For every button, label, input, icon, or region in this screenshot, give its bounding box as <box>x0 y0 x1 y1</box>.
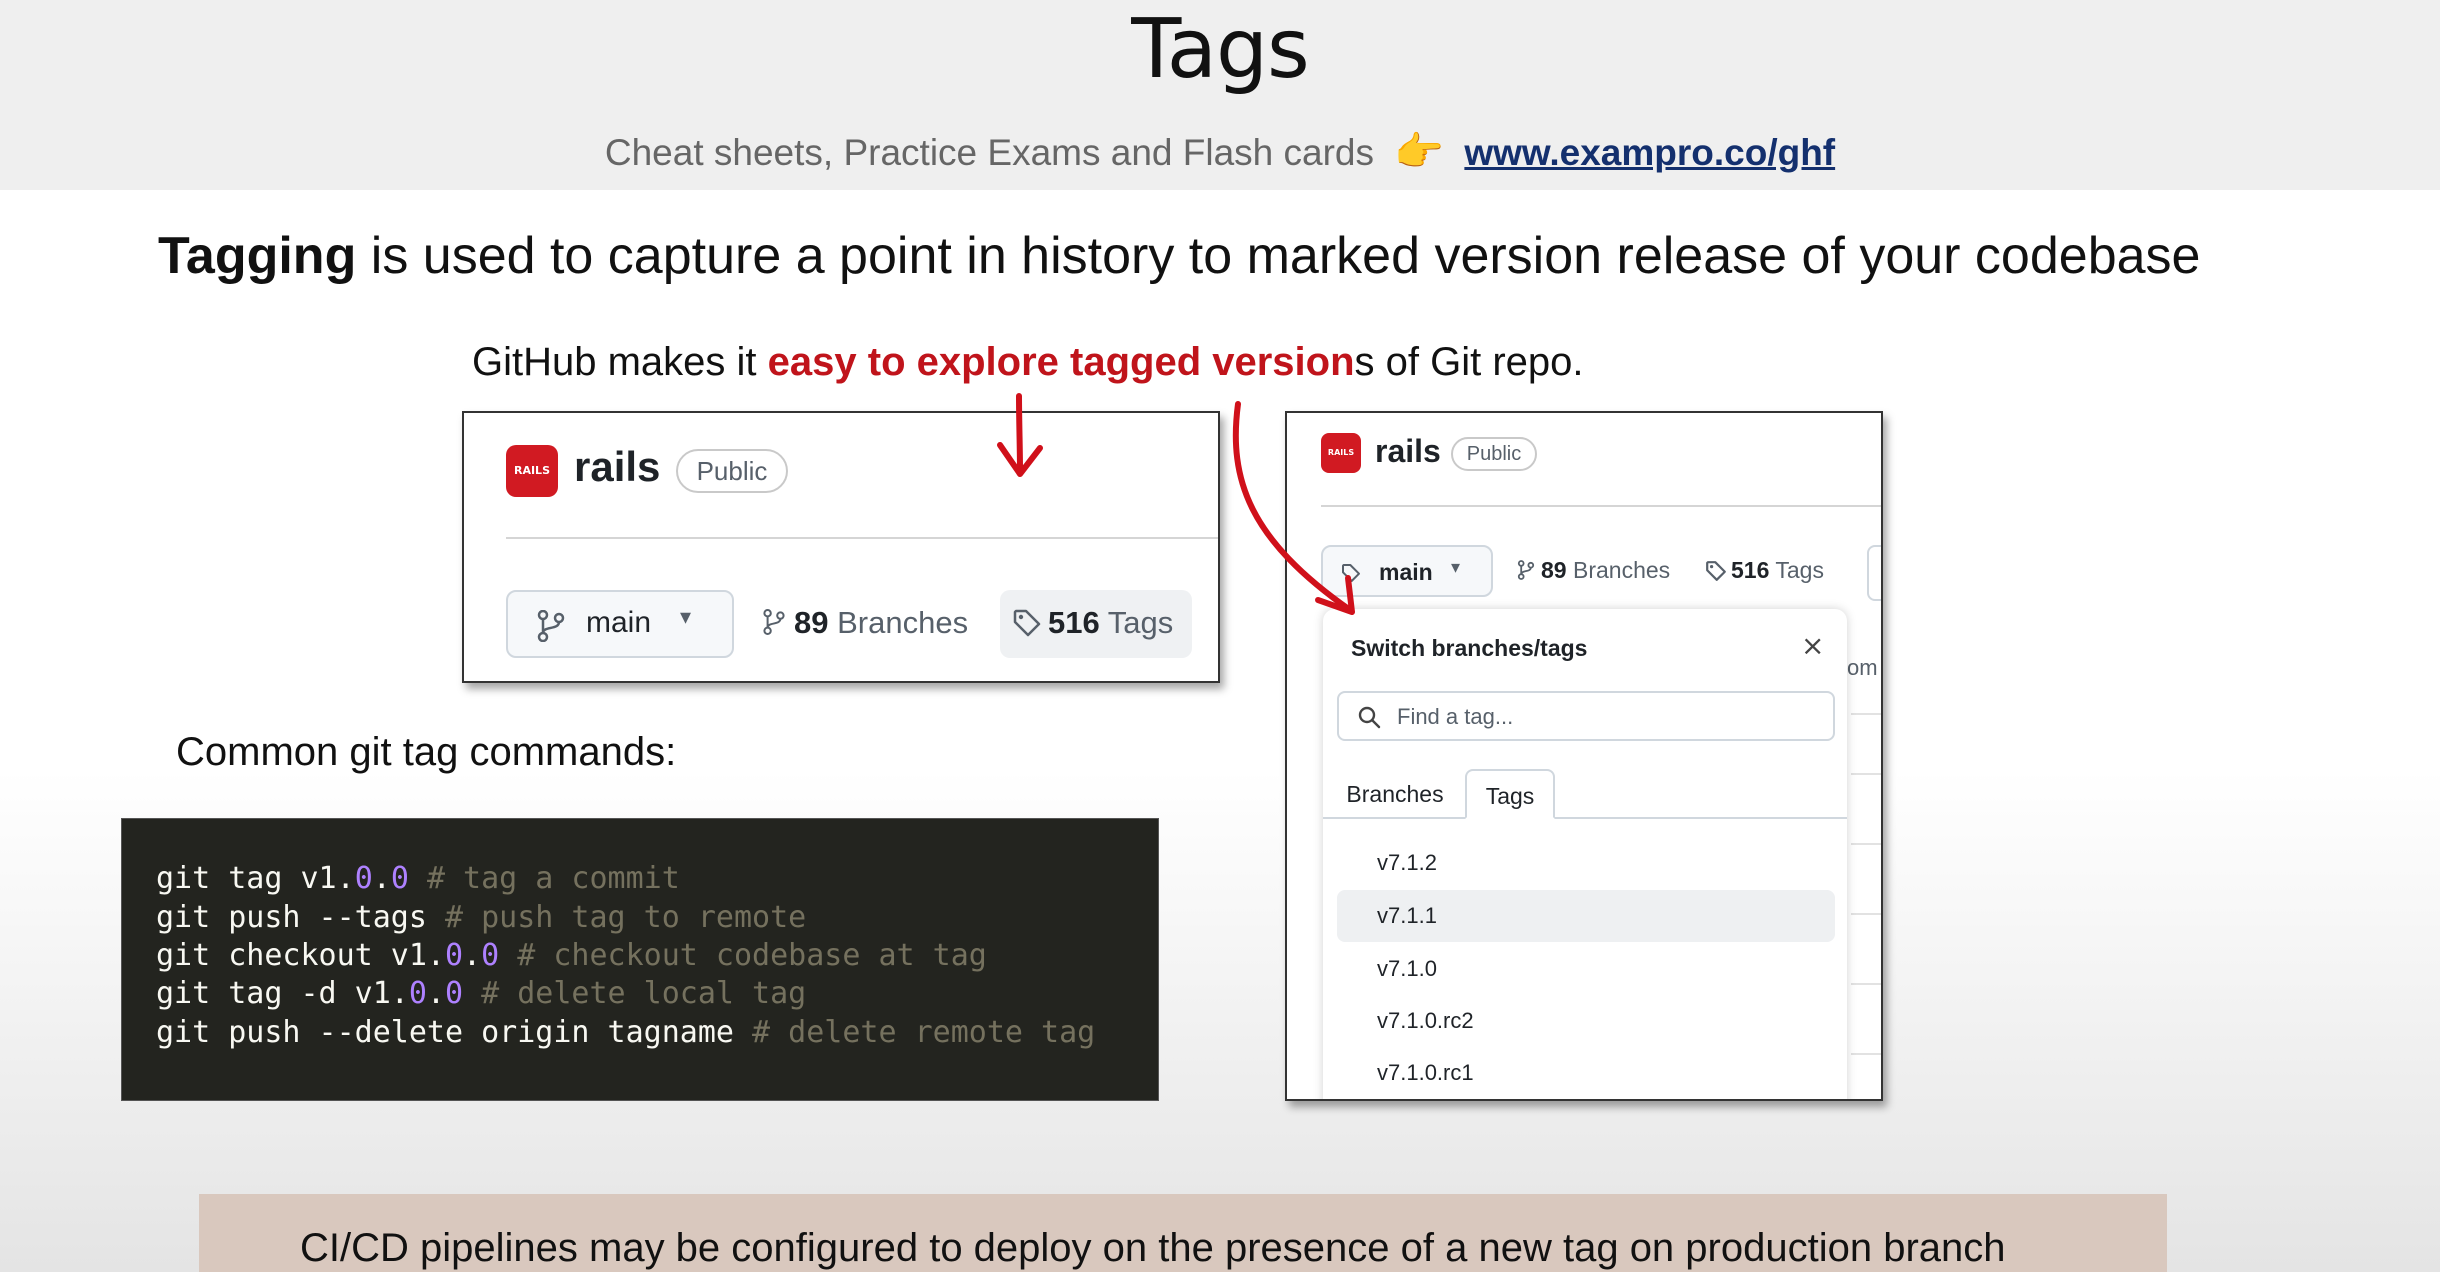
arrow-down-right <box>1232 401 1353 613</box>
code-line: git tag v1.0.0 # tag a commit <box>156 861 680 896</box>
code-block: git tag v1.0.0 # tag a commit git push -… <box>121 818 1159 1101</box>
code-line: git tag -d v1.0.0 # delete local tag <box>156 976 807 1011</box>
code-line: git push --tags # push tag to remote <box>156 900 807 935</box>
code-line: git push --delete origin tagname # delet… <box>156 1015 1096 1050</box>
code-line: git checkout v1.0.0 # checkout codebase … <box>156 938 987 973</box>
arrow-down-left <box>1016 393 1023 473</box>
footer-text: CI/CD pipelines may be configured to dep… <box>300 1226 2006 1270</box>
commands-heading: Common git tag commands: <box>176 730 677 774</box>
